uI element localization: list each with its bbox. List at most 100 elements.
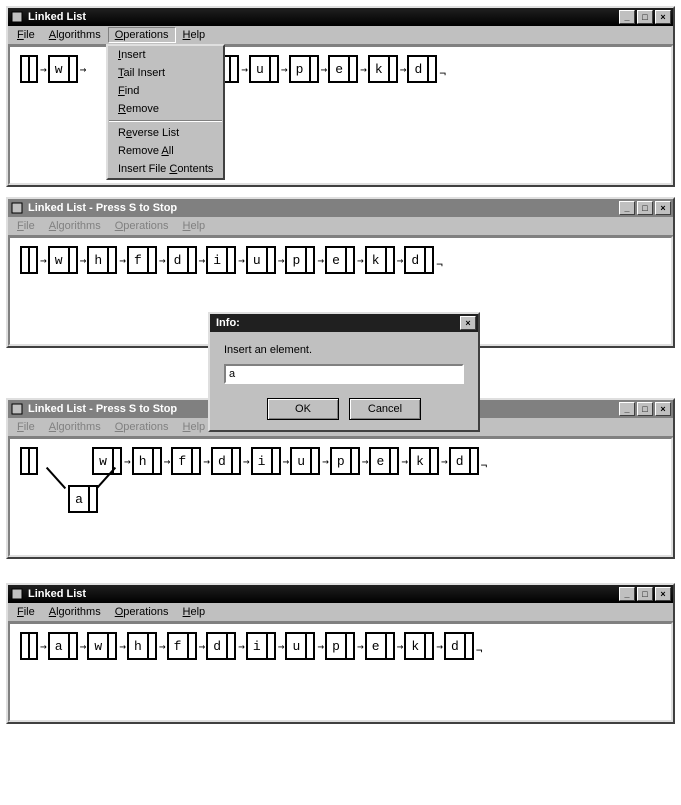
node-value: d (409, 57, 427, 81)
list-node: u (285, 632, 315, 660)
menu-help[interactable]: Help (176, 419, 213, 435)
tail-mark: ¬ (476, 644, 483, 657)
node-value: p (287, 248, 305, 272)
menu-help[interactable]: Help (176, 27, 213, 43)
node-value: i (248, 634, 266, 658)
node-pointer (388, 57, 396, 81)
dialog-titlebar[interactable]: Info: × (210, 314, 478, 332)
arrow-icon: → (283, 455, 289, 468)
list-node: i (251, 447, 281, 475)
maximize-button[interactable]: □ (637, 10, 653, 24)
menu-algorithms[interactable]: Algorithms (42, 27, 108, 43)
maximize-button[interactable]: □ (637, 587, 653, 601)
node-value: h (89, 248, 107, 272)
menu-operations[interactable]: Operations (108, 604, 176, 620)
arrow-icon: → (124, 455, 130, 468)
tail-mark: ¬ (439, 67, 446, 80)
titlebar[interactable]: Linked List _ □ × (8, 585, 673, 603)
menubar: File Algorithms Operations Help (8, 217, 673, 236)
head-pointer (28, 449, 36, 473)
list-node: w (87, 632, 117, 660)
ok-button[interactable]: OK (267, 398, 339, 420)
minimize-button[interactable]: _ (619, 201, 635, 215)
window-title: Linked List (28, 11, 619, 23)
menu-file[interactable]: File (10, 419, 42, 435)
dropdown-remove[interactable]: Remove (108, 100, 223, 118)
node-pointer (107, 634, 115, 658)
node-value: p (327, 634, 345, 658)
menu-file[interactable]: File (10, 604, 42, 620)
menu-algorithms[interactable]: Algorithms (42, 419, 108, 435)
close-button[interactable]: × (655, 10, 671, 24)
dialog-close-button[interactable]: × (460, 316, 476, 330)
list-node: d (449, 447, 479, 475)
node-pointer (68, 248, 76, 272)
node-pointer (147, 634, 155, 658)
arrow-icon: → (278, 254, 284, 267)
maximize-button[interactable]: □ (637, 201, 653, 215)
node-value: h (129, 634, 147, 658)
menu-file[interactable]: File (10, 218, 42, 234)
list-node: e (328, 55, 358, 83)
dropdown-insert[interactable]: Insert (108, 46, 223, 64)
arrow-icon: → (243, 455, 249, 468)
arrow-icon: → (357, 254, 363, 267)
minimize-button[interactable]: _ (619, 10, 635, 24)
menu-help[interactable]: Help (176, 604, 213, 620)
list-node: a (48, 632, 78, 660)
menu-algorithms[interactable]: Algorithms (42, 218, 108, 234)
node-value: u (287, 634, 305, 658)
dropdown-insert-file[interactable]: Insert File Contents (108, 160, 223, 178)
node-pointer (424, 634, 432, 658)
titlebar[interactable]: Linked List _ □ × (8, 8, 673, 26)
titlebar[interactable]: Linked List - Press S to Stop _ □ × (8, 199, 673, 217)
head-node (20, 246, 38, 274)
node-pointer (226, 634, 234, 658)
list-node: w (48, 246, 78, 274)
close-button[interactable]: × (655, 201, 671, 215)
close-button[interactable]: × (655, 402, 671, 416)
node-value: d (451, 449, 469, 473)
node-pointer (269, 57, 277, 81)
linked-list-row: →w→h→f→d→i→u→p→e→k→d¬ (20, 246, 661, 274)
node-pointer (187, 248, 195, 272)
dialog-button-row: OK Cancel (224, 398, 464, 420)
menu-file[interactable]: File (10, 27, 42, 43)
arrow-icon: → (241, 63, 247, 76)
node-pointer (429, 449, 437, 473)
list-node: k (365, 246, 395, 274)
arrow-icon: → (441, 455, 447, 468)
list-node: d (211, 447, 241, 475)
arrow-icon: → (159, 254, 165, 267)
dialog-label: Insert an element. (224, 344, 464, 356)
menu-help[interactable]: Help (176, 218, 213, 234)
head-pointer (28, 634, 36, 658)
cancel-button[interactable]: Cancel (349, 398, 421, 420)
dialog-input[interactable] (224, 364, 464, 384)
minimize-button[interactable]: _ (619, 402, 635, 416)
node-value: u (292, 449, 310, 473)
dropdown-tail-insert[interactable]: Tail Insert (108, 64, 223, 82)
close-button[interactable]: × (655, 587, 671, 601)
app-icon (10, 10, 24, 24)
dropdown-find[interactable]: Find (108, 82, 223, 100)
menu-algorithms[interactable]: Algorithms (42, 604, 108, 620)
minimize-button[interactable]: _ (619, 587, 635, 601)
node-pointer (231, 449, 239, 473)
node-pointer (309, 57, 317, 81)
arrow-icon: → (321, 63, 327, 76)
menu-operations[interactable]: Operations (108, 27, 176, 43)
menu-operations[interactable]: Operations (108, 218, 176, 234)
window-controls: _ □ × (619, 402, 671, 416)
node-value: w (89, 634, 107, 658)
dropdown-remove-all[interactable]: Remove All (108, 142, 223, 160)
list-node: p (289, 55, 319, 83)
menu-operations[interactable]: Operations (108, 419, 176, 435)
node-pointer (345, 634, 353, 658)
node-value: k (411, 449, 429, 473)
node-pointer (464, 634, 472, 658)
dropdown-reverse[interactable]: Reverse List (108, 124, 223, 142)
arrow-icon: → (400, 63, 406, 76)
maximize-button[interactable]: □ (637, 402, 653, 416)
client-area: →a→w→h→f→d→i→u→p→e→k→d¬ (8, 622, 673, 722)
